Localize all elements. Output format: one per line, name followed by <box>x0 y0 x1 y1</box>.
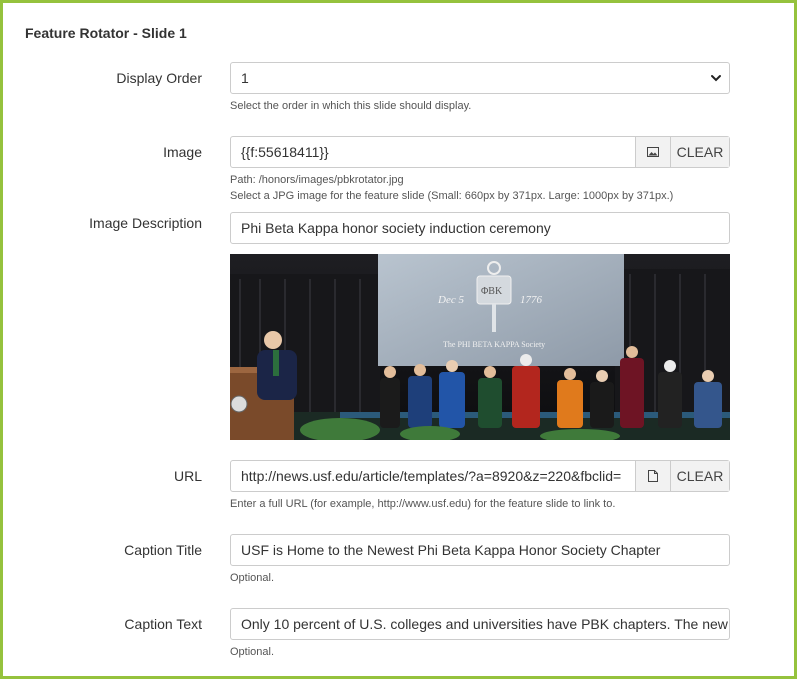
caption-text-input[interactable]: Only 10 percent of U.S. colleges and uni… <box>230 608 730 640</box>
caption-title-label: Caption Title <box>124 542 202 558</box>
image-description-input[interactable]: Phi Beta Kappa honor society induction c… <box>230 212 730 244</box>
image-path: Path: /honors/images/pbkrotator.jpg <box>230 174 404 186</box>
svg-text:Dec 5: Dec 5 <box>437 294 464 306</box>
caption-title-input[interactable]: USF is Home to the Newest Phi Beta Kappa… <box>230 534 730 566</box>
projection-screen <box>378 254 624 366</box>
display-order-select[interactable]: 1 <box>230 62 730 94</box>
ceremony-photo: Dec 5 1776 ΦΒΚ The PHI BETA KAPPA Societ… <box>230 254 730 440</box>
file-icon <box>648 470 658 482</box>
url-input-group: http://news.usf.edu/article/templates/?a… <box>230 460 730 492</box>
image-input[interactable]: {{f:55618411}} <box>231 137 635 167</box>
url-label: URL <box>173 468 202 484</box>
chevron-down-icon <box>711 75 721 82</box>
url-clear-button[interactable]: CLEAR <box>670 461 729 491</box>
panel-title: Feature Rotator - Slide 1 <box>25 25 187 41</box>
url-browse-button[interactable] <box>635 461 670 491</box>
caption-text-help: Optional. <box>230 646 275 658</box>
caption-text-label: Caption Text <box>124 616 202 632</box>
image-help: Select a JPG image for the feature slide… <box>230 190 674 202</box>
display-order-value: 1 <box>241 70 249 86</box>
image-preview: Dec 5 1776 ΦΒΚ The PHI BETA KAPPA Societ… <box>230 254 730 440</box>
display-order-help: Select the order in which this slide sho… <box>230 100 472 112</box>
display-order-label: Display Order <box>116 70 202 86</box>
image-icon <box>647 147 659 157</box>
image-browse-button[interactable] <box>635 137 670 167</box>
caption-title-help: Optional. <box>230 572 275 584</box>
svg-text:ΦΒΚ: ΦΒΚ <box>481 286 503 297</box>
url-input[interactable]: http://news.usf.edu/article/templates/?a… <box>231 461 635 491</box>
svg-text:The PHI BETA KAPPA Society: The PHI BETA KAPPA Society <box>443 340 545 349</box>
image-label: Image <box>163 144 202 160</box>
image-description-label: Image Description <box>89 215 202 231</box>
feature-rotator-panel: Feature Rotator - Slide 1 Display Order … <box>0 0 797 679</box>
svg-text:1776: 1776 <box>520 294 543 306</box>
image-input-group: {{f:55618411}} CLEAR <box>230 136 730 168</box>
url-help: Enter a full URL (for example, http://ww… <box>230 498 616 510</box>
image-clear-button[interactable]: CLEAR <box>670 137 729 167</box>
